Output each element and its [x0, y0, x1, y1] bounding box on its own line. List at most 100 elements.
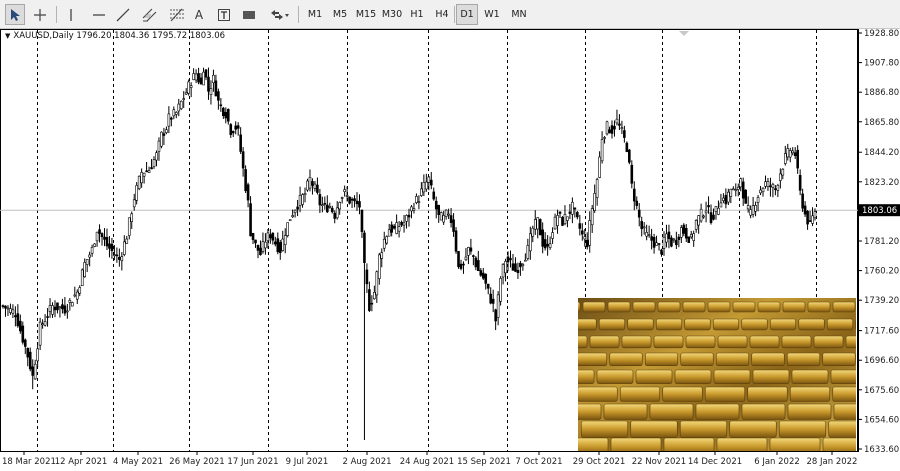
gold-bar-shape	[781, 335, 812, 349]
candle-body	[729, 188, 733, 197]
candle-body	[88, 254, 91, 258]
candle-body	[771, 183, 775, 188]
candle-body	[291, 215, 294, 218]
candle-body	[41, 323, 44, 326]
candle-body	[467, 247, 470, 256]
gold-bar-shape	[632, 301, 656, 313]
gold-bar-shape	[832, 386, 856, 402]
candle-body	[464, 256, 468, 261]
gold-bars-image	[578, 298, 856, 451]
candle-body	[1, 305, 5, 307]
candle-body	[63, 305, 67, 314]
candle-body	[439, 212, 443, 221]
candle-body	[588, 220, 592, 246]
date-tick-label: 9 Jul 2021	[286, 457, 329, 467]
candle-body	[293, 209, 297, 213]
candle-body	[162, 133, 166, 136]
candle-body	[717, 207, 720, 215]
gold-bar-shape	[619, 386, 661, 402]
candle-body	[462, 263, 465, 266]
candle-body	[546, 243, 549, 247]
gold-bar-shape	[653, 335, 684, 349]
candle-body	[749, 209, 752, 216]
shift-marker-icon[interactable]	[679, 31, 689, 36]
candle-body	[145, 170, 148, 173]
candle-body	[779, 173, 782, 181]
candle-body	[16, 313, 20, 327]
candle-body	[675, 240, 678, 246]
gold-bar-shape	[707, 301, 731, 313]
candle-body	[355, 200, 359, 205]
gold-bar-shape	[621, 335, 652, 349]
candle-body	[165, 129, 168, 133]
gold-bar-shape	[741, 403, 786, 420]
candle-body	[412, 208, 416, 211]
candle-body	[702, 215, 705, 218]
candle-body	[288, 219, 292, 221]
candle-body	[306, 180, 309, 191]
candle-body	[813, 211, 817, 219]
candle-body	[798, 175, 802, 191]
gold-bar-shape	[578, 437, 609, 451]
candle-body	[33, 363, 37, 380]
candle-body	[689, 234, 693, 238]
candle-body	[504, 261, 507, 274]
gold-bar-shape	[778, 420, 827, 438]
candle-body	[350, 198, 354, 201]
candle-body	[348, 196, 351, 204]
candle-body	[236, 125, 240, 129]
gold-bar-shape	[657, 301, 681, 313]
candle-body	[623, 130, 626, 138]
candle-body	[662, 236, 666, 249]
candle-body	[125, 238, 129, 244]
candle-body	[311, 181, 314, 186]
gold-bar-shape	[682, 301, 706, 313]
gold-bar-shape	[757, 301, 781, 313]
candle-body	[23, 339, 27, 347]
gold-bar-shape	[732, 301, 756, 313]
candle-body	[766, 181, 770, 187]
date-tick-label: 17 Jun 2021	[227, 457, 278, 467]
candle-body	[259, 247, 262, 256]
candle-body	[382, 238, 386, 249]
candle-body	[19, 320, 22, 332]
candle-body	[80, 269, 84, 286]
candle-body	[385, 236, 389, 244]
candle-body	[806, 211, 809, 225]
gold-bar-shape	[798, 318, 825, 331]
candle-body	[553, 216, 557, 230]
candle-body	[682, 224, 686, 234]
candle-body	[605, 121, 609, 135]
candle-body	[613, 125, 616, 130]
candle-body	[796, 149, 799, 169]
candle-body	[630, 164, 634, 184]
candle-body	[759, 189, 762, 194]
price-tick-label: 1633.60	[864, 445, 899, 455]
date-tick-label: 28 Jan 2022	[807, 457, 858, 467]
candle-body	[568, 211, 572, 214]
candle-body	[182, 98, 186, 100]
candle-body	[697, 215, 700, 226]
candle-body	[625, 142, 629, 152]
candle-body	[301, 194, 304, 205]
gold-bar-shape	[695, 403, 740, 420]
candle-body	[375, 271, 379, 296]
candle-body	[751, 205, 755, 215]
candle-body	[724, 195, 728, 205]
candle-body	[410, 206, 413, 212]
candle-body	[719, 202, 723, 208]
candle-body	[167, 113, 171, 127]
candle-body	[578, 223, 582, 229]
gold-bar-shape	[649, 403, 694, 420]
candle-body	[217, 91, 220, 101]
candle-body	[36, 348, 39, 362]
date-tick-label: 6 Jan 2022	[754, 457, 800, 467]
candle-body	[667, 231, 671, 239]
gold-bar-shape	[789, 386, 831, 402]
candle-body	[437, 204, 441, 215]
candle-body	[727, 191, 730, 203]
candle-body	[229, 124, 233, 135]
candle-body	[110, 243, 114, 251]
candle-body	[160, 131, 163, 147]
candle-body	[496, 294, 500, 318]
